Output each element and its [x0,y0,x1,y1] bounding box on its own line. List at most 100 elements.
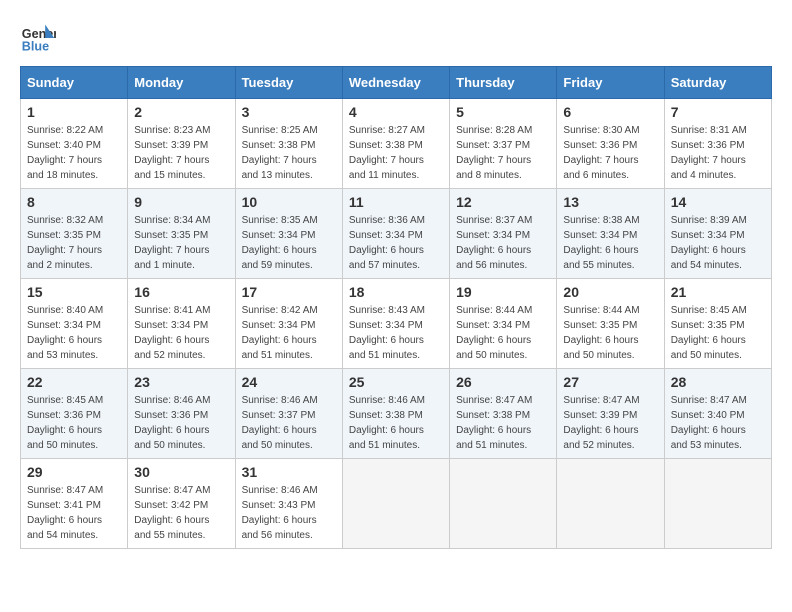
calendar-week-row: 29 Sunrise: 8:47 AMSunset: 3:41 PMDayligh… [21,459,772,549]
day-number: 25 [349,374,443,390]
day-info: Sunrise: 8:35 AMSunset: 3:34 PMDaylight:… [242,213,336,273]
day-info: Sunrise: 8:39 AMSunset: 3:34 PMDaylight:… [671,213,765,273]
calendar-cell: 26 Sunrise: 8:47 AMSunset: 3:38 PMDayligh… [450,369,557,459]
calendar-cell: 18Sunrise: 8:43 AMSunset: 3:34 PMDayligh… [342,279,449,369]
day-info: Sunrise: 8:23 AMSunset: 3:39 PMDaylight:… [134,123,228,183]
calendar-cell [664,459,771,549]
calendar-cell: 9Sunrise: 8:34 AMSunset: 3:35 PMDaylight… [128,189,235,279]
calendar-cell: 29 Sunrise: 8:47 AMSunset: 3:41 PMDayligh… [21,459,128,549]
header: General Blue [20,20,772,56]
calendar-cell [342,459,449,549]
day-info: Sunrise: 8:46 AMSunset: 3:38 PMDaylight:… [349,393,443,453]
day-info: Sunrise: 8:37 AMSunset: 3:34 PMDaylight:… [456,213,550,273]
calendar-cell: 14 Sunrise: 8:39 AMSunset: 3:34 PMDayligh… [664,189,771,279]
calendar-cell: 20Sunrise: 8:44 AMSunset: 3:35 PMDayligh… [557,279,664,369]
day-number: 17 [242,284,336,300]
day-number: 29 [27,464,121,480]
day-info: Sunrise: 8:25 AMSunset: 3:38 PMDaylight:… [242,123,336,183]
logo-icon: General Blue [20,20,56,56]
day-number: 1 [27,104,121,120]
day-number: 26 [456,374,550,390]
calendar-cell: 3 Sunrise: 8:25 AMSunset: 3:38 PMDaylight… [235,99,342,189]
day-number: 11 [349,194,443,210]
calendar-cell: 5 Sunrise: 8:28 AMSunset: 3:37 PMDaylight… [450,99,557,189]
day-info: Sunrise: 8:32 AMSunset: 3:35 PMDaylight:… [27,213,121,273]
day-info: Sunrise: 8:41 AMSunset: 3:34 PMDaylight:… [134,303,228,363]
day-info: Sunrise: 8:46 AMSunset: 3:43 PMDaylight:… [242,483,336,543]
day-info: Sunrise: 8:45 AMSunset: 3:36 PMDaylight:… [27,393,121,453]
calendar-cell: 8 Sunrise: 8:32 AMSunset: 3:35 PMDaylight… [21,189,128,279]
day-info: Sunrise: 8:47 AMSunset: 3:41 PMDaylight:… [27,483,121,543]
day-info: Sunrise: 8:42 AMSunset: 3:34 PMDaylight:… [242,303,336,363]
weekday-header: Tuesday [235,67,342,99]
calendar-cell: 30Sunrise: 8:47 AMSunset: 3:42 PMDayligh… [128,459,235,549]
day-info: Sunrise: 8:38 AMSunset: 3:34 PMDaylight:… [563,213,657,273]
day-info: Sunrise: 8:46 AMSunset: 3:36 PMDaylight:… [134,393,228,453]
calendar-cell: 12 Sunrise: 8:37 AMSunset: 3:34 PMDayligh… [450,189,557,279]
calendar-header-row: SundayMondayTuesdayWednesdayThursdayFrid… [21,67,772,99]
weekday-header: Monday [128,67,235,99]
calendar-cell: 16 Sunrise: 8:41 AMSunset: 3:34 PMDayligh… [128,279,235,369]
calendar-cell: 27Sunrise: 8:47 AMSunset: 3:39 PMDayligh… [557,369,664,459]
calendar-cell: 6Sunrise: 8:30 AMSunset: 3:36 PMDaylight… [557,99,664,189]
day-number: 8 [27,194,121,210]
day-info: Sunrise: 8:47 AMSunset: 3:38 PMDaylight:… [456,393,550,453]
calendar-cell: 11 Sunrise: 8:36 AMSunset: 3:34 PMDayligh… [342,189,449,279]
calendar-cell: 10 Sunrise: 8:35 AMSunset: 3:34 PMDayligh… [235,189,342,279]
calendar-cell: 22 Sunrise: 8:45 AMSunset: 3:36 PMDayligh… [21,369,128,459]
day-info: Sunrise: 8:22 AMSunset: 3:40 PMDaylight:… [27,123,121,183]
calendar-cell: 31Sunrise: 8:46 AMSunset: 3:43 PMDayligh… [235,459,342,549]
logo: General Blue [20,20,64,56]
day-number: 24 [242,374,336,390]
day-number: 27 [563,374,657,390]
calendar-week-row: 15 Sunrise: 8:40 AMSunset: 3:34 PMDayligh… [21,279,772,369]
day-number: 2 [134,104,228,120]
day-info: Sunrise: 8:40 AMSunset: 3:34 PMDaylight:… [27,303,121,363]
weekday-header: Thursday [450,67,557,99]
day-number: 5 [456,104,550,120]
calendar-cell: 21 Sunrise: 8:45 AMSunset: 3:35 PMDayligh… [664,279,771,369]
calendar-cell: 7Sunrise: 8:31 AMSunset: 3:36 PMDaylight… [664,99,771,189]
weekday-header: Friday [557,67,664,99]
calendar-cell: 1 Sunrise: 8:22 AMSunset: 3:40 PMDaylight… [21,99,128,189]
svg-text:Blue: Blue [22,40,49,54]
day-number: 22 [27,374,121,390]
calendar-cell: 15 Sunrise: 8:40 AMSunset: 3:34 PMDayligh… [21,279,128,369]
calendar-week-row: 1 Sunrise: 8:22 AMSunset: 3:40 PMDaylight… [21,99,772,189]
day-info: Sunrise: 8:44 AMSunset: 3:34 PMDaylight:… [456,303,550,363]
calendar: SundayMondayTuesdayWednesdayThursdayFrid… [20,66,772,549]
day-info: Sunrise: 8:34 AMSunset: 3:35 PMDaylight:… [134,213,228,273]
calendar-week-row: 8 Sunrise: 8:32 AMSunset: 3:35 PMDaylight… [21,189,772,279]
day-number: 21 [671,284,765,300]
calendar-cell: 2 Sunrise: 8:23 AMSunset: 3:39 PMDaylight… [128,99,235,189]
calendar-cell [557,459,664,549]
day-number: 10 [242,194,336,210]
day-number: 12 [456,194,550,210]
day-info: Sunrise: 8:36 AMSunset: 3:34 PMDaylight:… [349,213,443,273]
day-info: Sunrise: 8:30 AMSunset: 3:36 PMDaylight:… [563,123,657,183]
day-info: Sunrise: 8:47 AMSunset: 3:42 PMDaylight:… [134,483,228,543]
day-info: Sunrise: 8:46 AMSunset: 3:37 PMDaylight:… [242,393,336,453]
day-number: 15 [27,284,121,300]
calendar-cell: 28Sunrise: 8:47 AMSunset: 3:40 PMDayligh… [664,369,771,459]
calendar-cell: 4 Sunrise: 8:27 AMSunset: 3:38 PMDaylight… [342,99,449,189]
day-info: Sunrise: 8:45 AMSunset: 3:35 PMDaylight:… [671,303,765,363]
calendar-cell: 13Sunrise: 8:38 AMSunset: 3:34 PMDayligh… [557,189,664,279]
calendar-week-row: 22 Sunrise: 8:45 AMSunset: 3:36 PMDayligh… [21,369,772,459]
day-info: Sunrise: 8:31 AMSunset: 3:36 PMDaylight:… [671,123,765,183]
calendar-cell: 17 Sunrise: 8:42 AMSunset: 3:34 PMDayligh… [235,279,342,369]
calendar-cell [450,459,557,549]
day-number: 4 [349,104,443,120]
day-info: Sunrise: 8:28 AMSunset: 3:37 PMDaylight:… [456,123,550,183]
calendar-cell: 25 Sunrise: 8:46 AMSunset: 3:38 PMDayligh… [342,369,449,459]
day-number: 16 [134,284,228,300]
day-info: Sunrise: 8:44 AMSunset: 3:35 PMDaylight:… [563,303,657,363]
day-number: 3 [242,104,336,120]
day-info: Sunrise: 8:27 AMSunset: 3:38 PMDaylight:… [349,123,443,183]
day-info: Sunrise: 8:43 AMSunset: 3:34 PMDaylight:… [349,303,443,363]
weekday-header: Wednesday [342,67,449,99]
weekday-header: Sunday [21,67,128,99]
day-number: 14 [671,194,765,210]
calendar-cell: 24 Sunrise: 8:46 AMSunset: 3:37 PMDayligh… [235,369,342,459]
calendar-cell: 23Sunrise: 8:46 AMSunset: 3:36 PMDayligh… [128,369,235,459]
